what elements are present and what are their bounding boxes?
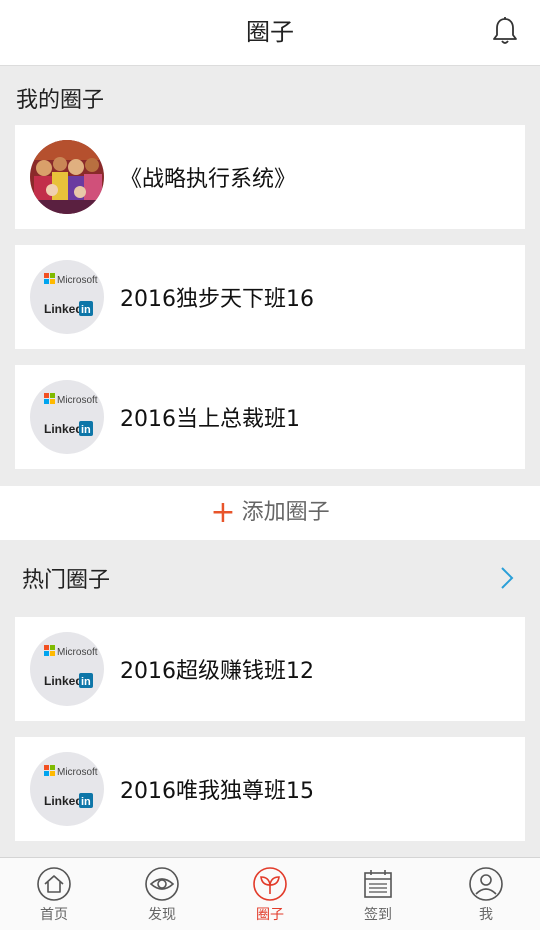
tab-me-label: 我 — [479, 907, 493, 923]
logo-linked-text: Linked — [44, 302, 83, 316]
bell-icon[interactable] — [492, 16, 518, 46]
circle-name: 2016当上总裁班1 — [120, 407, 300, 432]
circle-avatar-logo: Microsoft Linked in — [30, 752, 104, 826]
circle-avatar-photo — [30, 140, 104, 214]
hot-circle-card-1[interactable]: Microsoft Linked in 2016唯我独尊班15 — [15, 737, 525, 841]
chevron-right-icon[interactable] — [500, 566, 514, 590]
bottom-tab-bar: 首页 发现 圈子 签到 我 — [0, 857, 540, 930]
circle-avatar-logo: Microsoft Linked in — [30, 380, 104, 454]
hot-circle-card-0[interactable]: Microsoft Linked in 2016超级赚钱班12 — [15, 617, 525, 721]
my-circles-title: 我的圈子 — [16, 88, 105, 113]
circle-avatar-logo: Microsoft Linked in — [30, 632, 104, 706]
circle-card-1[interactable]: Microsoft Linked in 2016独步天下班16 — [15, 245, 525, 349]
logo-in-text: in — [81, 304, 91, 316]
circle-name: 2016唯我独尊班15 — [120, 779, 314, 804]
top-bar: 圈子 — [0, 0, 540, 66]
circle-avatar-logo: Microsoft Linked in — [30, 260, 104, 334]
microsoft-linkedin-logo-icon: Microsoft Linked in — [44, 273, 98, 316]
circle-card-2[interactable]: Microsoft Linked in 2016当上总裁班1 — [15, 365, 525, 469]
page-title: 圈子 — [246, 18, 294, 46]
logo-in-text: in — [81, 796, 91, 808]
tab-checkin-label: 签到 — [364, 907, 392, 923]
home-icon — [37, 867, 71, 901]
tab-checkin[interactable]: 签到 — [324, 858, 432, 930]
logo-in-text: in — [81, 676, 91, 688]
tab-home-label: 首页 — [40, 907, 68, 923]
tab-discover-label: 发现 — [148, 907, 176, 923]
eye-icon — [145, 867, 179, 901]
circle-name: 《战略执行系统》 — [120, 167, 297, 192]
circle-card-0[interactable]: 《战略执行系统》 — [15, 125, 525, 229]
tab-circles-label: 圈子 — [256, 907, 284, 923]
circle-name: 2016超级赚钱班12 — [120, 659, 314, 684]
microsoft-linkedin-logo-icon: Microsoft Linked in — [44, 393, 98, 436]
user-icon — [469, 867, 503, 901]
add-circle-label: 添加圈子 — [241, 500, 330, 525]
hot-circles-title: 热门圈子 — [22, 568, 111, 593]
logo-in-text: in — [81, 424, 91, 436]
tab-circles[interactable]: 圈子 — [216, 858, 324, 930]
logo-linked-text: Linked — [44, 674, 83, 688]
hot-circles-header[interactable]: 热门圈子 — [0, 540, 540, 614]
microsoft-linkedin-logo-icon: Microsoft Linked in — [44, 645, 98, 688]
logo-linked-text: Linked — [44, 794, 83, 808]
sprout-icon — [253, 867, 287, 901]
add-circle-button[interactable]: + 添加圈子 — [0, 486, 540, 540]
tab-me[interactable]: 我 — [432, 858, 540, 930]
microsoft-linkedin-logo-icon: Microsoft Linked in — [44, 765, 98, 808]
tab-discover[interactable]: 发现 — [108, 858, 216, 930]
logo-microsoft-text: Microsoft — [57, 767, 98, 778]
logo-microsoft-text: Microsoft — [57, 275, 98, 286]
plus-icon: + — [210, 495, 236, 530]
logo-microsoft-text: Microsoft — [57, 647, 98, 658]
logo-linked-text: Linked — [44, 422, 83, 436]
tab-home[interactable]: 首页 — [0, 858, 108, 930]
group-photo-icon — [30, 140, 104, 214]
logo-microsoft-text: Microsoft — [57, 395, 98, 406]
calendar-icon — [364, 870, 392, 898]
circle-name: 2016独步天下班16 — [120, 287, 314, 312]
